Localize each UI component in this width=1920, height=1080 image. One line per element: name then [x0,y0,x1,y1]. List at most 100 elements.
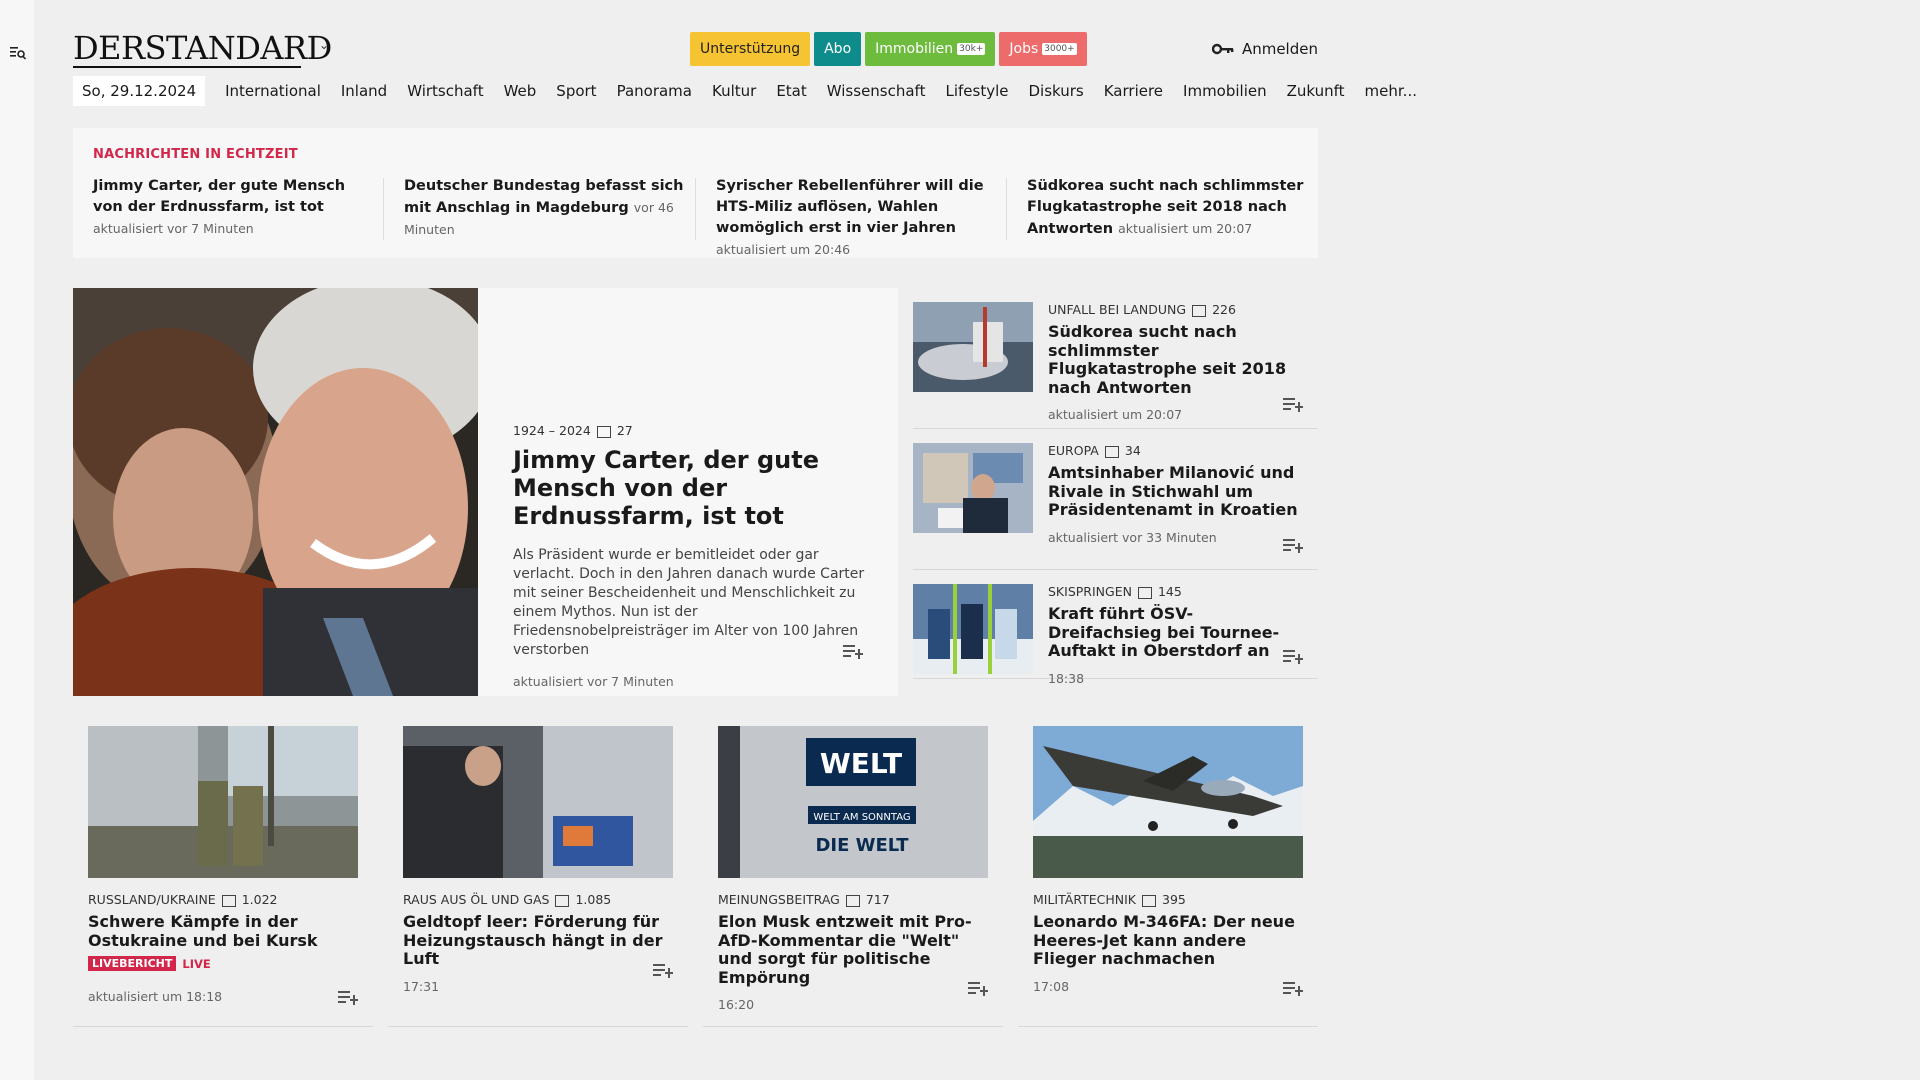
side-story[interactable]: EUROPA 34 Amtsinhaber Milanović und Riva… [913,429,1318,570]
nav-item-more[interactable]: mehr... [1355,82,1427,100]
comment-count[interactable]: 34 [1125,443,1141,458]
ticker-label: NACHRICHTEN IN ECHTZEIT [93,147,298,162]
key-icon [1211,43,1234,55]
immobilien-button[interactable]: Immobilien 30k+ [865,32,996,66]
support-button[interactable]: Unterstützung [690,32,811,66]
story-card[interactable]: MILITÄRTECHNIK 395 Leonardo M-346FA: Der… [1018,714,1318,1027]
story-timestamp: aktualisiert vor 33 Minuten [1048,529,1217,545]
story-title[interactable]: Amtsinhaber Milanović und Rivale in Stic… [1048,463,1303,520]
add-to-list-icon[interactable] [1283,982,1303,996]
story-timestamp: 18:38 [1048,670,1085,686]
comment-icon [221,894,236,907]
welt-am-sonntag-text: WELT AM SONNTAG [813,812,910,823]
story-title[interactable]: Südkorea sucht nach schlimmster Flugkata… [1048,322,1303,397]
hero-kicker: 1924 – 2024 27 [513,423,633,438]
story-image[interactable] [913,302,1033,392]
comment-icon [1142,894,1157,907]
comment-count[interactable]: 27 [617,423,633,438]
ticker-item[interactable]: Jimmy Carter, der gute Mensch von der Er… [93,176,373,240]
ticker-divider [695,178,696,240]
nav-item-web[interactable]: Web [494,82,547,100]
nav-item-etat[interactable]: Etat [766,82,816,100]
story-image[interactable] [913,443,1033,533]
ticker-item[interactable]: Südkorea sucht nach schlimmster Flugkata… [1027,176,1307,240]
story-kicker: SKISPRINGEN [1048,584,1132,599]
live-badge: LIVE [182,956,211,971]
story-kicker: RUSSLAND/UKRAINE [88,892,216,907]
story-image[interactable]: WELT WELT AM SONNTAG DIE WELT [718,726,988,878]
add-to-list-icon[interactable] [653,964,673,978]
comment-count[interactable]: 226 [1212,302,1236,317]
comment-icon [1137,586,1152,599]
story-title[interactable]: Schwere Kämpfe in der Ostukraine und bei… [88,912,358,950]
add-to-list-icon[interactable] [968,982,988,996]
nav-item-zukunft[interactable]: Zukunft [1277,82,1355,100]
hero-story[interactable]: 1924 – 2024 27 Jimmy Carter, der gute Me… [73,288,898,696]
story-kicker: EUROPA [1048,443,1099,458]
story-card[interactable]: RUSSLAND/UKRAINE 1.022 Schwere Kämpfe in… [73,714,373,1027]
story-card[interactable]: RAUS AUS ÖL UND GAS 1.085 Geldtopf leer:… [388,714,688,1027]
comment-count[interactable]: 145 [1158,584,1182,599]
nav-item-panorama[interactable]: Panorama [607,82,702,100]
nav-item-immobilien[interactable]: Immobilien [1173,82,1277,100]
chevron-down-icon[interactable]: ⌄ [319,38,329,52]
nav-item-international[interactable]: International [215,82,331,100]
login-button[interactable]: Anmelden [1211,40,1318,58]
hero-image[interactable] [73,288,478,696]
login-label: Anmelden [1241,40,1318,58]
story-image[interactable] [403,726,673,878]
comment-count[interactable]: 1.022 [242,892,278,907]
nav-item-karriere[interactable]: Karriere [1094,82,1173,100]
site-logo[interactable]: DERSTANDARD [73,30,332,66]
comment-count[interactable]: 1.085 [575,892,611,907]
comment-icon [1104,445,1119,458]
comment-icon [845,894,860,907]
comment-icon [555,894,570,907]
add-to-list-icon[interactable] [338,991,358,1005]
story-title[interactable]: Kraft führt ÖSV-Dreifachsieg bei Tournee… [1048,604,1303,661]
story-title[interactable]: Leonardo M-346FA: Der neue Heeres-Jet ka… [1033,912,1303,969]
ticker-item[interactable]: Syrischer Rebellenführer will die HTS-Mi… [716,176,996,261]
add-to-list-icon[interactable] [1283,398,1303,412]
add-to-list-icon[interactable] [843,645,863,659]
main-nav: So, 29.12.2024 International Inland Wirt… [73,76,1427,106]
nav-item-inland[interactable]: Inland [331,82,397,100]
nav-item-wirtschaft[interactable]: Wirtschaft [397,82,493,100]
ticker-divider [1006,178,1007,240]
story-title[interactable]: Geldtopf leer: Förderung für Heizungstau… [403,912,673,969]
story-image[interactable] [913,584,1033,674]
side-story[interactable]: UNFALL BEI LANDUNG 226 Südkorea sucht na… [913,288,1318,429]
jobs-button[interactable]: Jobs 3000+ [999,32,1087,66]
comment-icon [1192,304,1207,317]
story-kicker: UNFALL BEI LANDUNG [1048,302,1187,317]
hero-text: 1924 – 2024 27 Jimmy Carter, der gute Me… [513,423,873,689]
welt-sign-text: WELT [820,747,902,780]
hero-title[interactable]: Jimmy Carter, der gute Mensch von der Er… [513,446,873,530]
comment-icon [596,425,611,438]
immobilien-count: 30k+ [957,43,986,55]
comment-count[interactable]: 395 [1162,892,1186,907]
die-welt-text: DIE WELT [815,835,909,856]
story-timestamp: aktualisiert um 20:07 [1048,407,1183,422]
nav-item-lifestyle[interactable]: Lifestyle [935,82,1018,100]
side-story[interactable]: SKISPRINGEN 145 Kraft führt ÖSV-Dreifach… [913,570,1318,686]
story-image[interactable] [1033,726,1303,878]
comment-count[interactable]: 717 [866,892,890,907]
nav-item-wissenschaft[interactable]: Wissenschaft [817,82,936,100]
story-timestamp: 17:31 [403,978,440,994]
nav-item-sport[interactable]: Sport [546,82,606,100]
ticker-item[interactable]: Deutscher Bundestag befasst sich mit Ans… [404,176,684,241]
story-card[interactable]: WELT WELT AM SONNTAG DIE WELT MEINUNGSBE… [703,714,1003,1027]
add-to-list-icon[interactable] [1283,539,1303,553]
side-rail [0,0,34,1080]
story-title[interactable]: Elon Musk entzweit mit Pro-AfD-Kommentar… [718,912,988,987]
nav-item-diskurs[interactable]: Diskurs [1018,82,1093,100]
add-to-list-icon[interactable] [1283,650,1303,664]
abo-button[interactable]: Abo [814,32,862,66]
nav-item-kultur[interactable]: Kultur [702,82,766,100]
story-image[interactable] [88,726,358,878]
menu-search-icon[interactable] [9,44,27,62]
story-kicker: MILITÄRTECHNIK [1033,892,1137,907]
story-timestamp: 17:08 [1033,978,1070,994]
story-timestamp: 16:20 [718,997,755,1012]
